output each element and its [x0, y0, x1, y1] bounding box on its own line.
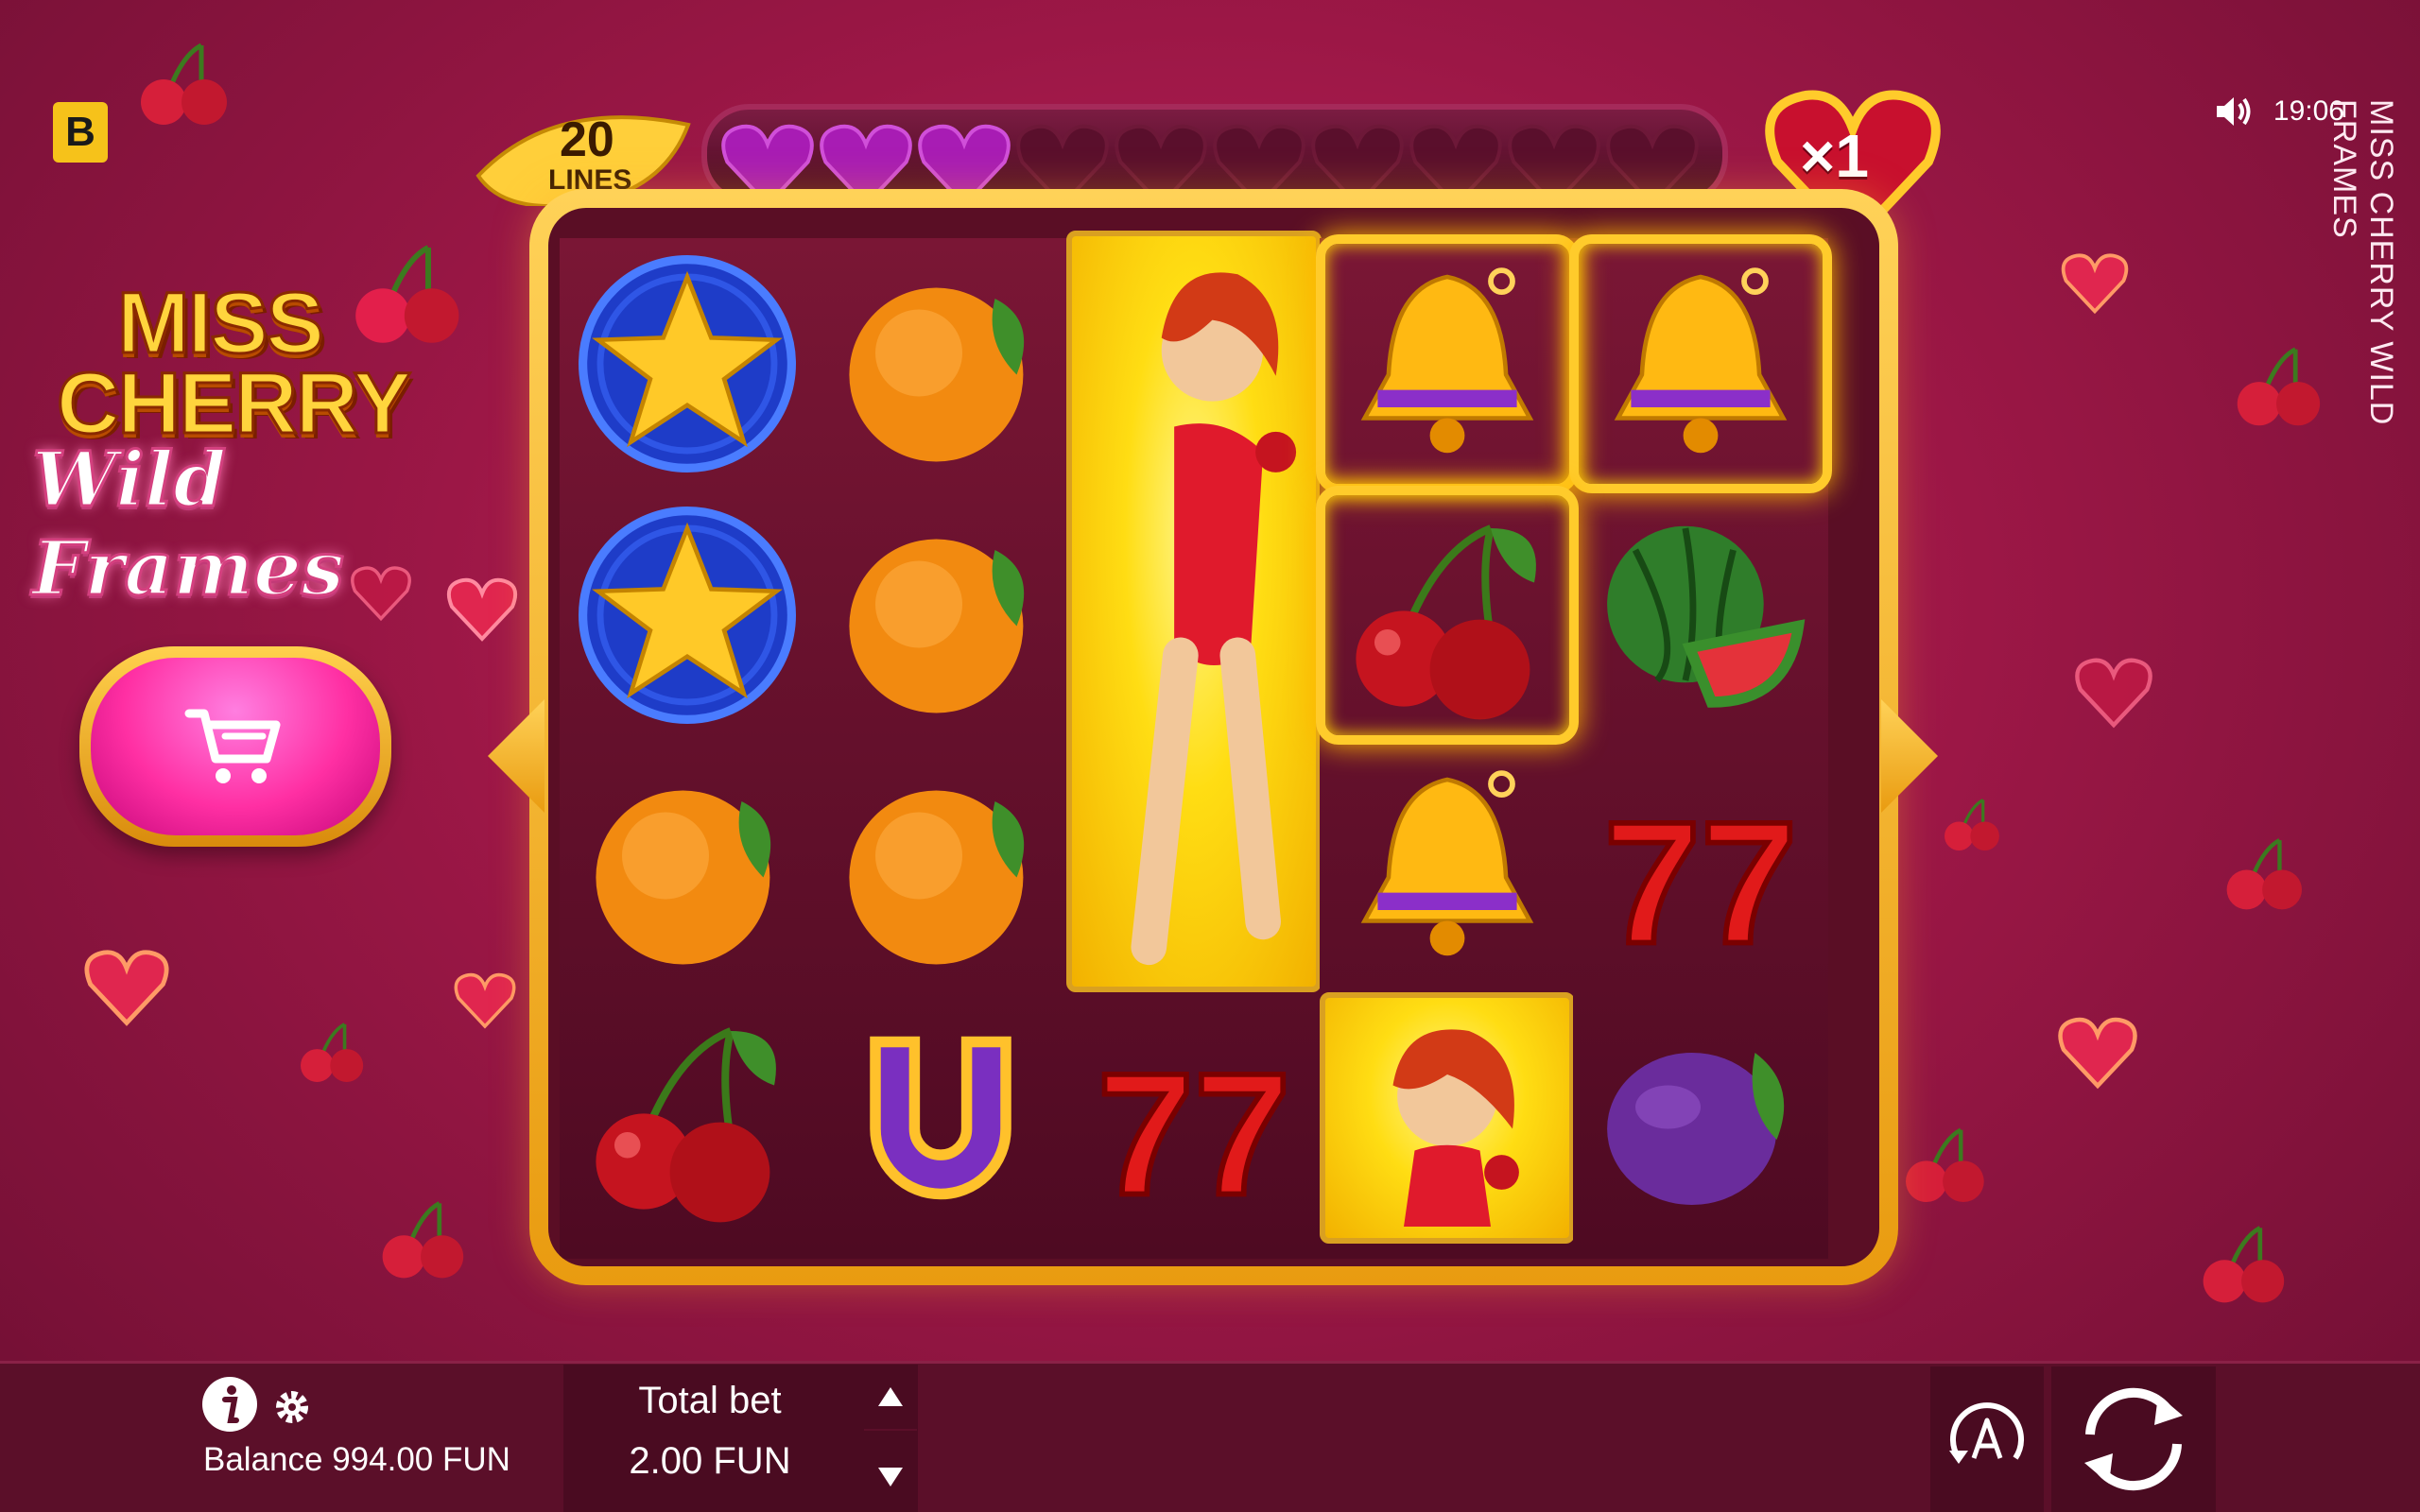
wild-icon: [1392, 1029, 1519, 1227]
symbol-orange: [813, 741, 1068, 992]
expanded-wild-symbol: [1066, 231, 1322, 992]
logo-text-wild-frames: Wild Frames: [31, 434, 346, 614]
heart-decoration-icon: [84, 950, 169, 1026]
bet-increase-button[interactable]: [864, 1365, 917, 1431]
heart-decoration-icon: [2061, 253, 2129, 315]
symbol-orange: [560, 741, 815, 992]
seven-icon: 77: [1601, 782, 1800, 976]
orange-icon: [849, 790, 1025, 965]
svg-text:77: 77: [1604, 785, 1798, 976]
symbol-star: [560, 490, 815, 741]
shopping-cart-icon: [184, 709, 281, 783]
symbol-star: [560, 238, 815, 490]
cherry-decoration-icon: [2237, 347, 2321, 426]
reel-2: [813, 238, 1068, 1259]
total-bet-label: Total bet: [638, 1380, 782, 1421]
balance-text: Balance 994.00 FUN: [203, 1441, 510, 1478]
right-frame-ornament: [1881, 699, 1938, 813]
cherry-decoration-icon: [2203, 1226, 2285, 1303]
winning-frame: [1569, 234, 1832, 493]
cherry-decoration-icon: [382, 1201, 464, 1279]
autoplay-button[interactable]: [1930, 1366, 2044, 1512]
orange-icon: [596, 790, 771, 965]
orange-icon: [849, 539, 1025, 713]
svg-text:77: 77: [1098, 1037, 1291, 1228]
cherry-logo-icon: [355, 245, 459, 343]
symbol-orange: [813, 490, 1068, 741]
symbol-seven: 77: [1573, 741, 1828, 992]
game-logo: MISS CHERRY Wild Frames: [23, 236, 486, 614]
buy-feature-button-face: [91, 658, 380, 835]
heart-decoration-icon: [2075, 658, 2152, 729]
cherry-decoration-icon: [1906, 1127, 1984, 1202]
symbol-watermelon: [1573, 490, 1828, 741]
buy-feature-button[interactable]: [79, 646, 391, 847]
brand-logo-badge: B: [53, 102, 108, 163]
reel-1: [560, 238, 815, 1259]
heart-decoration-icon: [454, 972, 516, 1029]
sound-icon[interactable]: [2213, 93, 2255, 130]
left-frame-ornament: [488, 699, 544, 813]
reel-3: 77: [1066, 231, 1322, 1259]
orange-icon: [849, 287, 1025, 462]
bell-icon: [1360, 770, 1534, 956]
autoplay-icon: [1949, 1402, 2024, 1464]
symbol-cherry: [560, 992, 815, 1244]
caret-up-icon: [878, 1387, 903, 1406]
watermelon-icon: [1607, 525, 1806, 708]
symbol-seven: 77: [1066, 992, 1322, 1244]
lines-count: 20: [560, 112, 614, 167]
reels-frame: 77 77: [529, 189, 1898, 1285]
cherry-decoration-icon: [141, 43, 227, 125]
cherry-decoration-icon: [301, 1022, 364, 1082]
spin-arrows-icon: [2084, 1387, 2183, 1491]
gear-icon[interactable]: [272, 1387, 312, 1427]
winning-frame: [1316, 234, 1579, 493]
total-bet-value: 2.00 FUN: [629, 1440, 791, 1482]
bet-decrease-button[interactable]: [864, 1444, 917, 1510]
star-icon: [579, 255, 796, 472]
symbol-plum: [1573, 992, 1828, 1244]
cherry-decoration-icon: [1945, 799, 1999, 850]
spin-button[interactable]: [2051, 1366, 2216, 1512]
winning-frame: [1316, 486, 1579, 745]
pinup-girl-icon: [1131, 272, 1297, 966]
cherry-icon: [596, 1027, 776, 1223]
bet-panel: Total bet 2.00 FUN: [563, 1365, 918, 1512]
heart-decoration-icon: [2058, 1017, 2137, 1090]
symbol-horseshoe: [813, 992, 1068, 1244]
multiplier-value: ×1: [1800, 122, 1869, 190]
star-icon: [579, 507, 796, 724]
game-title-vertical: MISS CHERRY WILD FRAMES: [2326, 99, 2399, 426]
symbol-orange: [813, 238, 1068, 490]
seven-icon: 77: [1095, 1034, 1293, 1228]
info-icon[interactable]: [200, 1375, 259, 1434]
caret-down-icon: [878, 1468, 903, 1486]
horseshoe-icon: [870, 1036, 1011, 1200]
plum-icon: [1607, 1053, 1785, 1205]
symbol-wild: [1320, 992, 1575, 1244]
cherry-decoration-icon: [2226, 838, 2303, 910]
reels-area: 77 77: [548, 208, 1879, 1266]
symbol-bell: [1320, 741, 1575, 992]
